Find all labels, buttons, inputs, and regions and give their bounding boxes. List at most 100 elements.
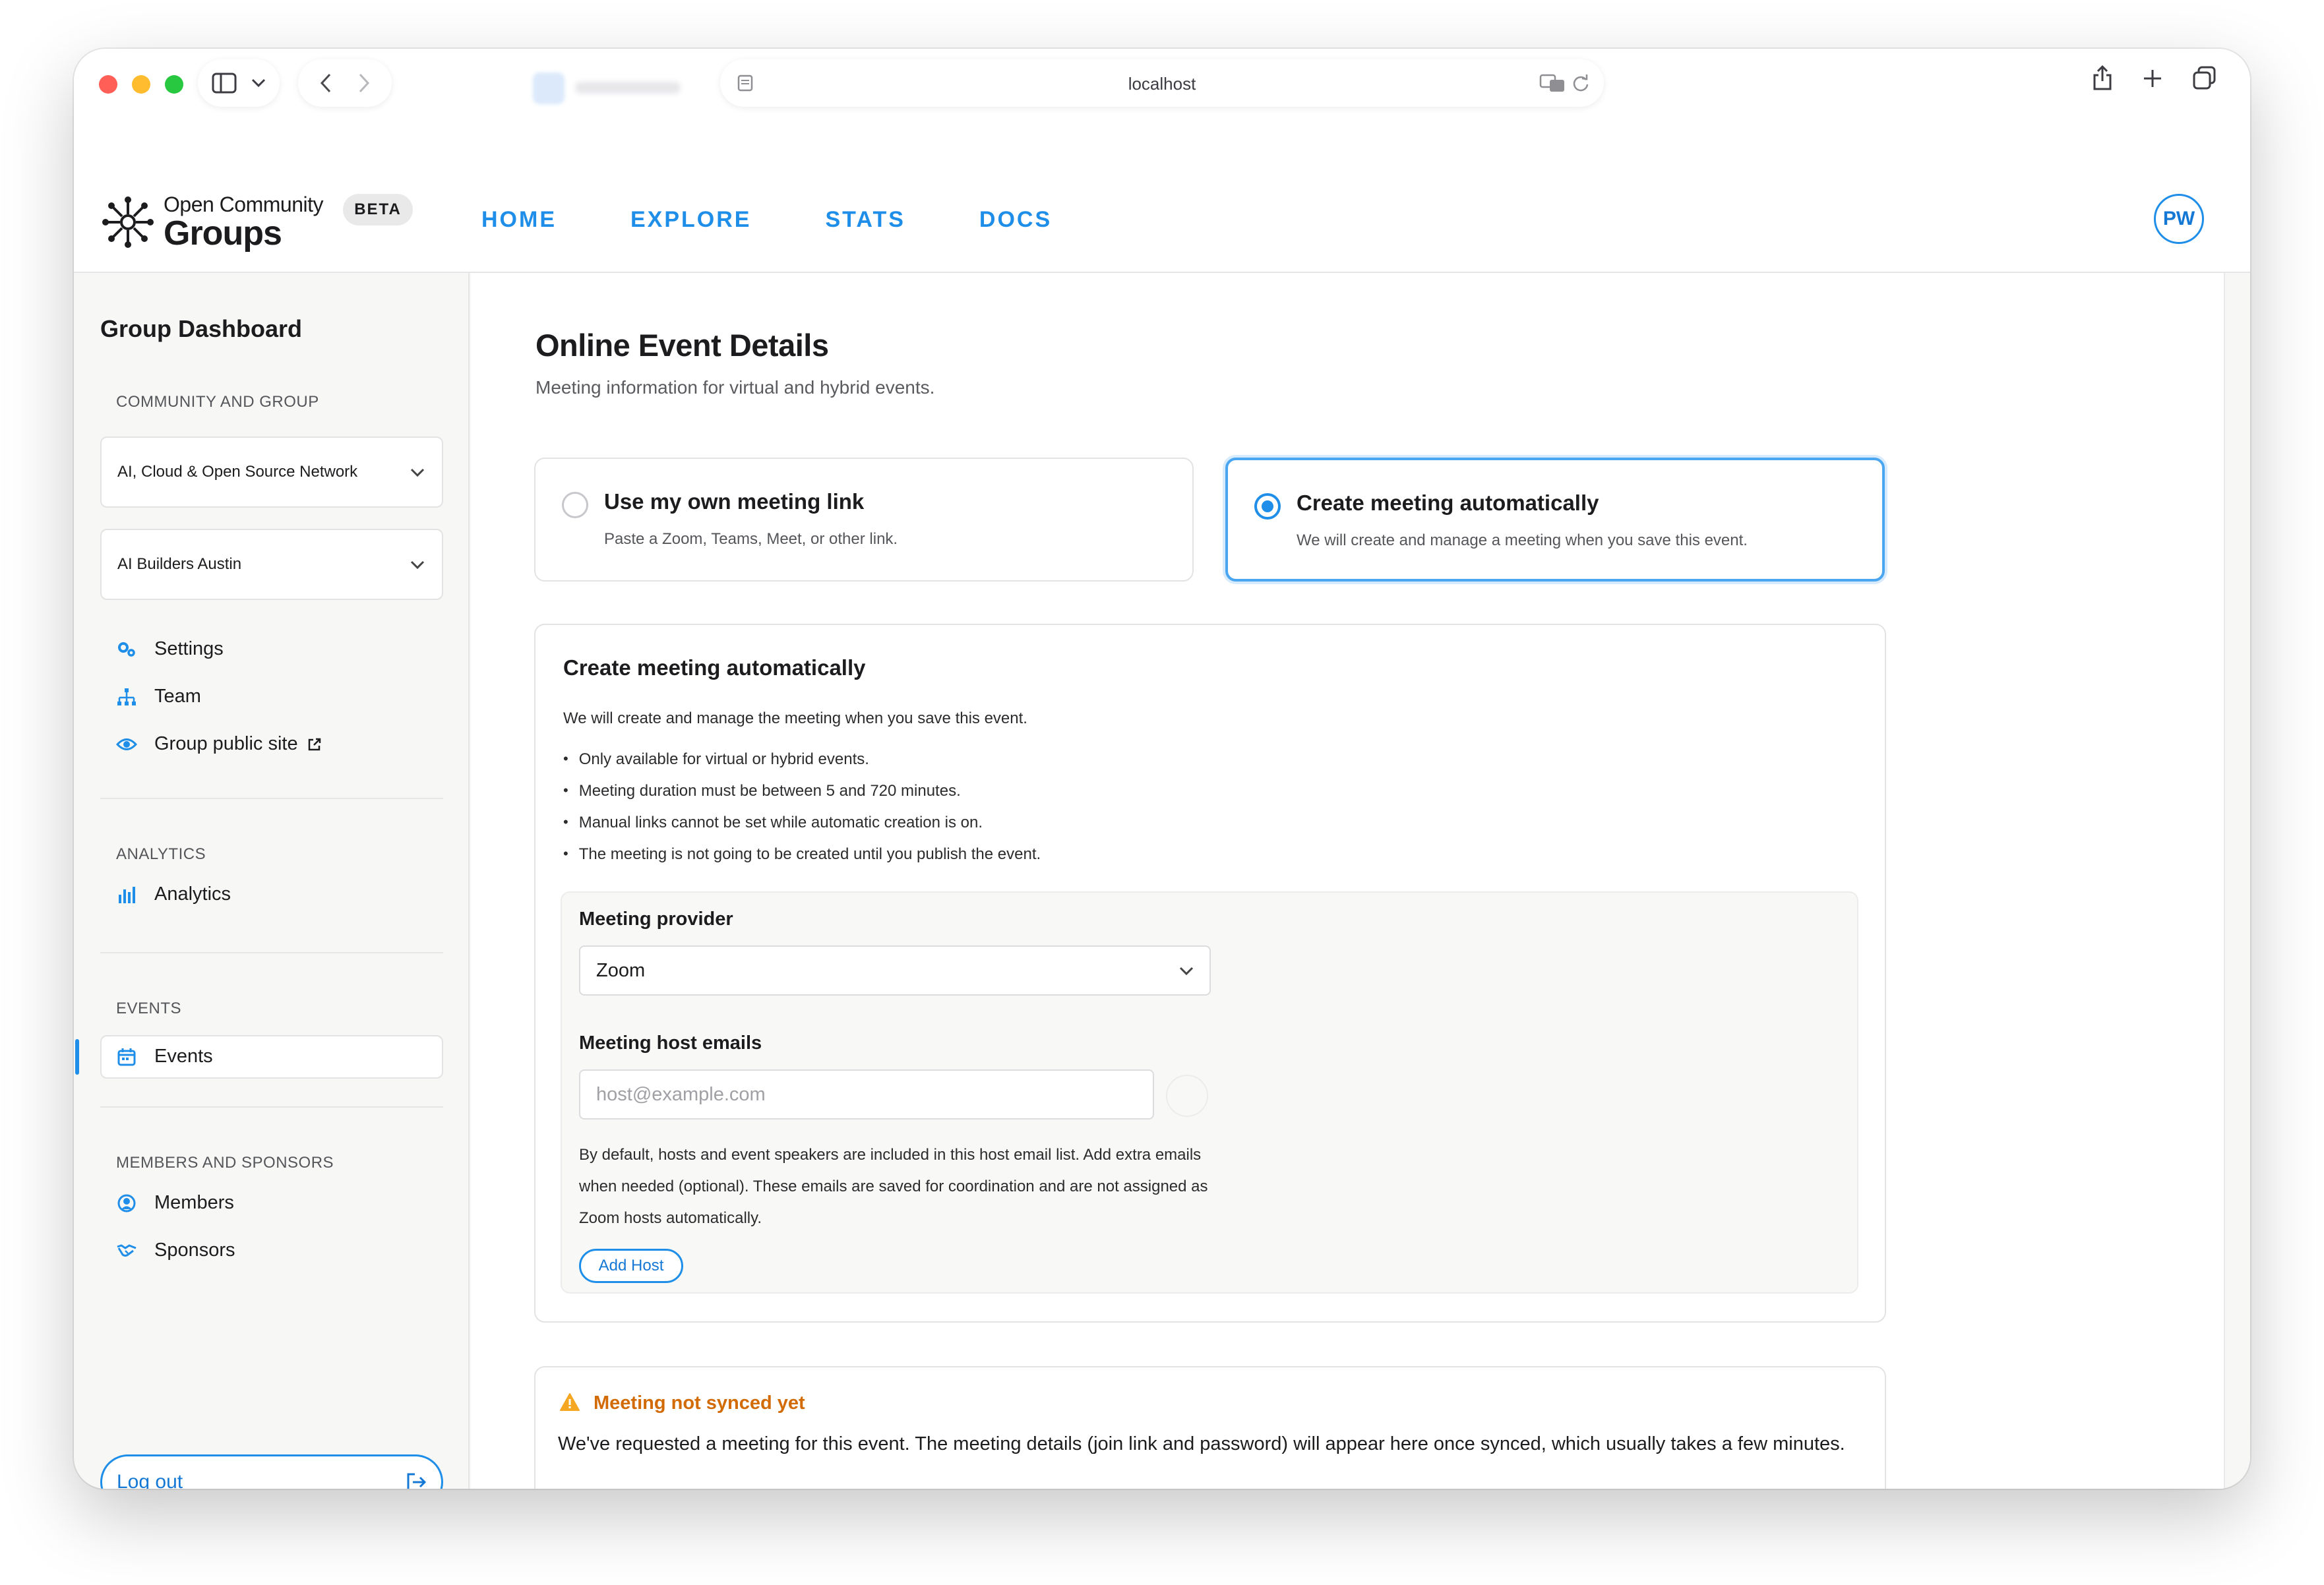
- option-auto-create[interactable]: Create meeting automatically We will cre…: [1225, 458, 1885, 582]
- notice-title: Meeting not synced yet: [594, 1392, 805, 1414]
- logout-icon: [407, 1473, 427, 1489]
- members-icon: [116, 1193, 137, 1214]
- option-own-link[interactable]: Use my own meeting link Paste a Zoom, Te…: [534, 458, 1194, 582]
- sidebar-toggle-button[interactable]: [198, 59, 280, 107]
- list-item: Only available for virtual or hybrid eve…: [563, 750, 1041, 782]
- add-host-button[interactable]: Add Host: [579, 1249, 683, 1283]
- scrollbar-track[interactable]: [2224, 273, 2250, 1489]
- sidebar-item-public-site[interactable]: Group public site: [116, 733, 322, 755]
- page-title: Online Event Details: [535, 328, 829, 363]
- section-members-label: MEMBERS AND SPONSORS: [116, 1154, 334, 1172]
- nav-home[interactable]: HOME: [481, 207, 557, 233]
- org-chart-icon: [116, 686, 137, 707]
- tabs-icon[interactable]: [2192, 65, 2216, 91]
- list-item: Meeting duration must be between 5 and 7…: [563, 782, 1041, 814]
- list-item: Manual links cannot be set while automat…: [563, 814, 1041, 845]
- sidebar-item-label: Events: [154, 1046, 213, 1067]
- logo-line1: Open Community: [164, 193, 323, 216]
- tab-favicon[interactable]: [533, 73, 565, 104]
- option-title: Use my own meeting link: [604, 489, 865, 514]
- browser-toolbar: localhost: [74, 49, 2250, 117]
- provider-label: Meeting provider: [579, 909, 733, 930]
- dashboard-sidebar: Group Dashboard COMMUNITY AND GROUP AI, …: [74, 273, 470, 1489]
- translate-icon[interactable]: [1539, 73, 1566, 93]
- logout-button[interactable]: Log out: [100, 1454, 443, 1489]
- auto-create-panel: Create meeting automatically We will cre…: [534, 624, 1886, 1323]
- sidebar-divider: [100, 798, 443, 799]
- url-text: localhost: [1128, 74, 1196, 94]
- chevron-down-icon: [251, 78, 266, 88]
- section-community-label: COMMUNITY AND GROUP: [116, 393, 319, 411]
- back-icon[interactable]: [320, 73, 332, 93]
- sidebar-divider: [100, 952, 443, 953]
- radio-auto-create[interactable]: [1254, 493, 1281, 520]
- close-window-button[interactable]: [99, 75, 117, 94]
- community-select[interactable]: AI, Cloud & Open Source Network: [100, 436, 443, 508]
- history-nav: [298, 59, 392, 107]
- eye-icon: [116, 734, 137, 755]
- section-events-label: EVENTS: [116, 1000, 182, 1017]
- sidebar-item-label: Team: [154, 686, 201, 707]
- list-item: The meeting is not going to be created u…: [563, 845, 1041, 877]
- address-bar[interactable]: localhost: [720, 59, 1604, 107]
- top-nav: HOME EXPLORE STATS DOCS: [481, 207, 1126, 233]
- requirements-list: Only available for virtual or hybrid eve…: [563, 750, 1041, 877]
- tab-title[interactable]: [575, 82, 681, 94]
- sidebar-item-label: Analytics: [154, 883, 231, 905]
- sidebar-item-label: Settings: [154, 638, 224, 659]
- group-select[interactable]: AI Builders Austin: [100, 529, 443, 600]
- option-desc: We will create and manage a meeting when…: [1297, 531, 1748, 549]
- logo-icon: [102, 196, 154, 248]
- provider-value: Zoom: [596, 959, 646, 981]
- notice-body: We've requested a meeting for this event…: [558, 1433, 1845, 1454]
- sidebar-item-analytics[interactable]: Analytics: [116, 883, 231, 905]
- window-controls: [99, 75, 183, 94]
- host-email-input[interactable]: [579, 1069, 1154, 1120]
- sidebar-item-sponsors[interactable]: Sponsors: [116, 1240, 235, 1261]
- sidebar-divider: [100, 1106, 443, 1108]
- zoom-window-button[interactable]: [165, 75, 183, 94]
- share-icon[interactable]: [2092, 65, 2113, 91]
- chevron-down-icon: [410, 468, 425, 477]
- community-select-value: AI, Cloud & Open Source Network: [117, 463, 358, 481]
- sidebar-title: Group Dashboard: [100, 315, 303, 342]
- panel-title: Create meeting automatically: [563, 655, 866, 680]
- panel-desc: We will create and manage the meeting wh…: [563, 709, 1027, 727]
- radio-own-link[interactable]: [562, 492, 588, 518]
- calendar-icon: [116, 1046, 137, 1067]
- sidebar-item-events[interactable]: Events: [116, 1046, 213, 1067]
- reload-icon[interactable]: [1572, 74, 1589, 92]
- plus-icon[interactable]: [2142, 65, 2163, 91]
- sidebar-item-team[interactable]: Team: [116, 686, 201, 707]
- user-avatar[interactable]: PW: [2154, 194, 2204, 244]
- nav-explore[interactable]: EXPLORE: [630, 207, 751, 233]
- gear-icon: [116, 639, 137, 660]
- provider-select[interactable]: Zoom: [579, 945, 1211, 996]
- bar-chart-icon: [116, 884, 137, 905]
- nav-stats[interactable]: STATS: [825, 207, 905, 233]
- logo[interactable]: Open Community Groups: [100, 194, 323, 251]
- chevron-down-icon: [410, 560, 425, 570]
- remove-host-button[interactable]: [1166, 1075, 1208, 1117]
- minimize-window-button[interactable]: [132, 75, 150, 94]
- handshake-icon: [116, 1240, 137, 1261]
- sidebar-item-label: Sponsors: [154, 1240, 235, 1261]
- nav-docs[interactable]: DOCS: [979, 207, 1052, 233]
- meeting-settings: Meeting provider Zoom Meeting host email…: [561, 891, 1858, 1294]
- option-desc: Paste a Zoom, Teams, Meet, or other link…: [604, 530, 898, 548]
- browser-actions: [2092, 65, 2216, 91]
- sidebar-icon: [212, 73, 237, 94]
- forward-icon[interactable]: [358, 73, 370, 93]
- browser-window: localhost Open Community Groups BETA HOM…: [74, 49, 2250, 1489]
- sidebar-item-settings[interactable]: Settings: [116, 638, 224, 660]
- logout-label: Log out: [117, 1471, 183, 1489]
- host-emails-help: By default, hosts and event speakers are…: [579, 1146, 1208, 1227]
- option-title: Create meeting automatically: [1297, 491, 1599, 515]
- logo-text: Open Community Groups: [164, 194, 323, 251]
- sidebar-item-members[interactable]: Members: [116, 1192, 234, 1214]
- app-header: Open Community Groups BETA HOME EXPLORE …: [74, 117, 2250, 273]
- sidebar-item-label: Group public site: [154, 733, 298, 754]
- group-select-value: AI Builders Austin: [117, 555, 242, 573]
- logo-line2: Groups: [164, 214, 282, 253]
- external-link-icon: [308, 738, 321, 750]
